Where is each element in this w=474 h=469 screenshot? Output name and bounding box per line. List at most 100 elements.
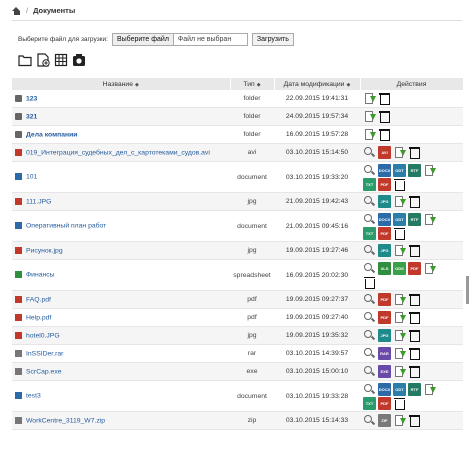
txt-convert-icon[interactable]: TXT — [363, 396, 376, 410]
download-icon[interactable] — [363, 128, 376, 141]
file-link[interactable]: test3 — [26, 393, 41, 400]
delete-icon[interactable] — [408, 195, 421, 208]
camera-icon[interactable] — [72, 53, 86, 67]
pdf-convert-icon[interactable]: PDF — [378, 226, 391, 240]
pdf-convert-icon[interactable]: PDF — [378, 177, 391, 191]
docx-convert-icon[interactable]: DOCX — [378, 163, 391, 177]
download-icon[interactable] — [393, 293, 406, 306]
delete-icon[interactable] — [393, 227, 406, 240]
preview-icon[interactable] — [363, 347, 376, 360]
file-link[interactable]: Финансы — [26, 272, 55, 279]
scrollbar[interactable] — [466, 276, 469, 304]
download-icon[interactable] — [393, 347, 406, 360]
preview-icon[interactable] — [363, 195, 376, 208]
download-icon[interactable] — [393, 329, 406, 342]
odt-convert-icon[interactable]: ODT — [393, 163, 406, 177]
pdf-convert-icon[interactable]: PDF — [378, 293, 391, 306]
txt-convert-icon[interactable]: TXT — [363, 177, 376, 191]
file-link[interactable]: WorkCentre_3119_W7.zip — [26, 417, 105, 424]
delete-icon[interactable] — [393, 397, 406, 410]
pdf-convert-icon[interactable]: PDF — [378, 311, 391, 324]
download-icon[interactable] — [393, 195, 406, 208]
new-spreadsheet-icon[interactable] — [54, 53, 68, 67]
file-link[interactable]: hotel0.JPG — [26, 332, 60, 339]
download-icon[interactable] — [423, 213, 436, 226]
preview-icon[interactable] — [363, 262, 376, 275]
txt-convert-icon[interactable]: TXT — [363, 226, 376, 240]
preview-icon[interactable] — [363, 244, 376, 257]
delete-icon[interactable] — [363, 276, 376, 289]
pdf-convert-icon[interactable]: PDF — [408, 261, 421, 275]
file-link[interactable]: ScrCap.exe — [26, 368, 62, 375]
delete-icon[interactable] — [408, 293, 421, 306]
download-icon[interactable] — [423, 164, 436, 177]
exe-convert-icon[interactable]: EXE — [378, 365, 391, 378]
file-input[interactable]: Выберите файл Файл не выбран — [111, 33, 248, 46]
pdf-convert-icon[interactable]: PDF — [378, 396, 391, 410]
column-header-name[interactable]: Название ◆ — [12, 78, 231, 90]
preview-icon[interactable] — [363, 146, 376, 159]
file-link[interactable]: 123 — [26, 95, 37, 102]
file-link[interactable]: 321 — [26, 113, 37, 120]
new-folder-icon[interactable] — [18, 53, 32, 67]
preview-icon[interactable] — [363, 329, 376, 342]
column-header-type[interactable]: Тип ◆ — [230, 78, 275, 90]
odt-convert-icon[interactable]: ODT — [393, 212, 406, 226]
download-icon[interactable] — [393, 146, 406, 159]
delete-icon[interactable] — [408, 311, 421, 324]
file-link[interactable]: 101 — [26, 174, 37, 181]
preview-icon[interactable] — [363, 311, 376, 324]
rtf-convert-icon[interactable]: RTF — [408, 163, 421, 177]
delete-icon[interactable] — [408, 146, 421, 159]
rtf-convert-icon[interactable]: RTF — [408, 212, 421, 226]
delete-icon[interactable] — [408, 414, 421, 427]
download-icon[interactable] — [363, 92, 376, 105]
delete-icon[interactable] — [378, 92, 391, 105]
preview-icon[interactable] — [363, 213, 376, 226]
download-icon[interactable] — [363, 110, 376, 123]
preview-icon[interactable] — [363, 293, 376, 306]
download-icon[interactable] — [393, 365, 406, 378]
odt-convert-icon[interactable]: ODT — [393, 382, 406, 396]
delete-icon[interactable] — [393, 178, 406, 191]
preview-icon[interactable] — [363, 164, 376, 177]
file-link[interactable]: Рисунок.jpg — [26, 247, 63, 254]
download-icon[interactable] — [423, 383, 436, 396]
file-link[interactable]: Дела компании — [26, 131, 77, 138]
file-link[interactable]: 019_Интеграция_судебных_дел_с_картотекам… — [26, 149, 210, 156]
jpg-convert-icon[interactable]: JPG — [378, 244, 391, 257]
rtf-convert-icon[interactable]: RTF — [408, 382, 421, 396]
preview-icon[interactable] — [363, 383, 376, 396]
docx-convert-icon[interactable]: DOCX — [378, 382, 391, 396]
file-link[interactable]: Help.pdf — [26, 314, 51, 321]
download-icon[interactable] — [423, 262, 436, 275]
preview-icon[interactable] — [363, 365, 376, 378]
avi-convert-icon[interactable]: AVI — [378, 146, 391, 159]
jpg-convert-icon[interactable]: JPG — [378, 195, 391, 208]
file-link[interactable]: InSSIDer.rar — [26, 350, 63, 357]
download-icon[interactable] — [393, 311, 406, 324]
delete-icon[interactable] — [408, 244, 421, 257]
choose-file-button[interactable]: Выберите файл — [112, 34, 174, 45]
docx-convert-icon[interactable]: DOCX — [378, 212, 391, 226]
file-link[interactable]: Оперативный план работ — [26, 223, 106, 230]
jpg-convert-icon[interactable]: JPG — [378, 329, 391, 342]
delete-icon[interactable] — [378, 128, 391, 141]
download-icon[interactable] — [393, 414, 406, 427]
delete-icon[interactable] — [408, 365, 421, 378]
delete-icon[interactable] — [408, 347, 421, 360]
rar-convert-icon[interactable]: RAR — [378, 347, 391, 360]
delete-icon[interactable] — [378, 110, 391, 123]
file-link[interactable]: 111.JPG — [26, 198, 51, 205]
file-link[interactable]: FAQ.pdf — [26, 296, 51, 303]
new-document-icon[interactable] — [36, 53, 50, 67]
upload-button[interactable]: Загрузить — [251, 33, 294, 46]
ods-convert-icon[interactable]: ODS — [393, 261, 406, 275]
delete-icon[interactable] — [408, 329, 421, 342]
download-icon[interactable] — [393, 244, 406, 257]
xls-convert-icon[interactable]: XLS — [378, 261, 391, 275]
home-icon[interactable] — [12, 6, 21, 15]
column-header-date[interactable]: Дата модификации ◆ — [274, 78, 361, 90]
zip-convert-icon[interactable]: ZIP — [378, 414, 391, 427]
preview-icon[interactable] — [363, 414, 376, 427]
